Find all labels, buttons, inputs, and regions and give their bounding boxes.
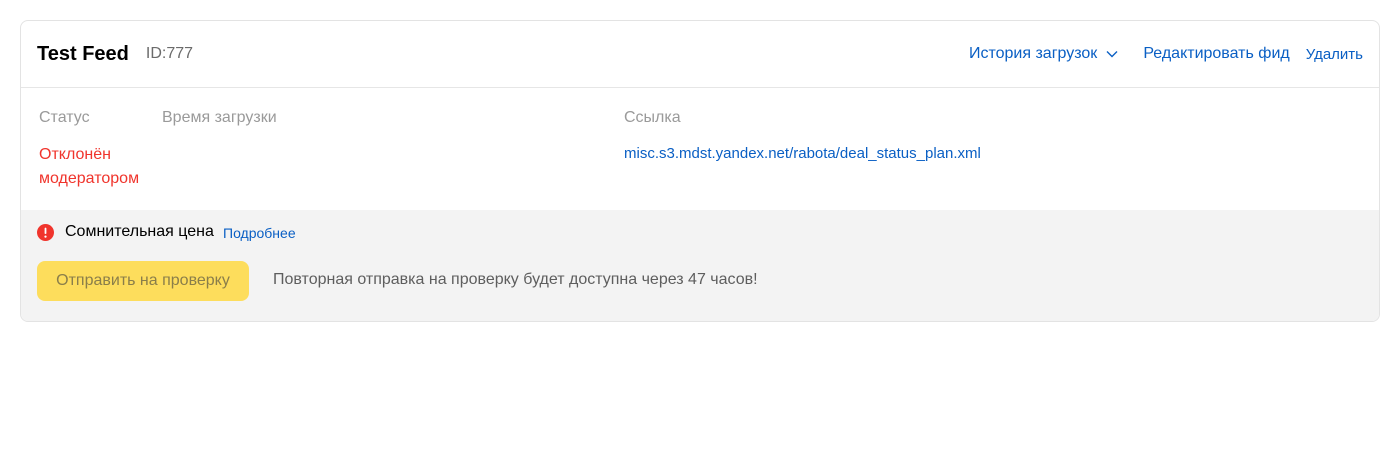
delete-feed-link[interactable]: Удалить <box>1306 46 1363 63</box>
edit-feed-link[interactable]: Редактировать фид <box>1143 45 1289 63</box>
chevron-down-icon <box>1106 51 1118 58</box>
warning-panel: Сомнительная цена Подробнее Отправить на… <box>21 210 1379 321</box>
feed-info: Статус Время загрузки Ссылка Отклонён мо… <box>21 88 1379 209</box>
resend-availability-note: Повторная отправка на проверку будет дос… <box>273 271 758 288</box>
warning-title: Сомнительная цена <box>65 223 214 240</box>
feed-url-link[interactable]: misc.s3.mdst.yandex.net/rabota/deal_stat… <box>624 145 981 162</box>
submit-for-review-button[interactable]: Отправить на проверку <box>37 261 249 301</box>
feed-title: Test Feed <box>37 42 129 65</box>
upload-history-dropdown[interactable]: История загрузок <box>969 45 1118 63</box>
more-details-link[interactable]: Подробнее <box>223 225 296 241</box>
link-column-header: Ссылка <box>624 109 681 126</box>
feed-header: Test Feed ID:777 История загрузок Редакт… <box>21 21 1379 88</box>
status-value-line1: Отклонён <box>39 146 111 163</box>
feed-id: ID:777 <box>145 45 194 62</box>
status-value: Отклонён модератором <box>39 143 159 191</box>
status-column-header: Статус <box>39 109 90 126</box>
header-actions: История загрузок Редактировать фид Удали… <box>969 21 1363 87</box>
upload-history-label: История загрузок <box>968 45 1098 62</box>
upload-time-column-header: Время загрузки <box>162 109 277 126</box>
feed-card: Test Feed ID:777 История загрузок Редакт… <box>20 20 1380 322</box>
alert-circle-icon <box>37 224 54 241</box>
status-value-line2: модератором <box>39 170 140 187</box>
